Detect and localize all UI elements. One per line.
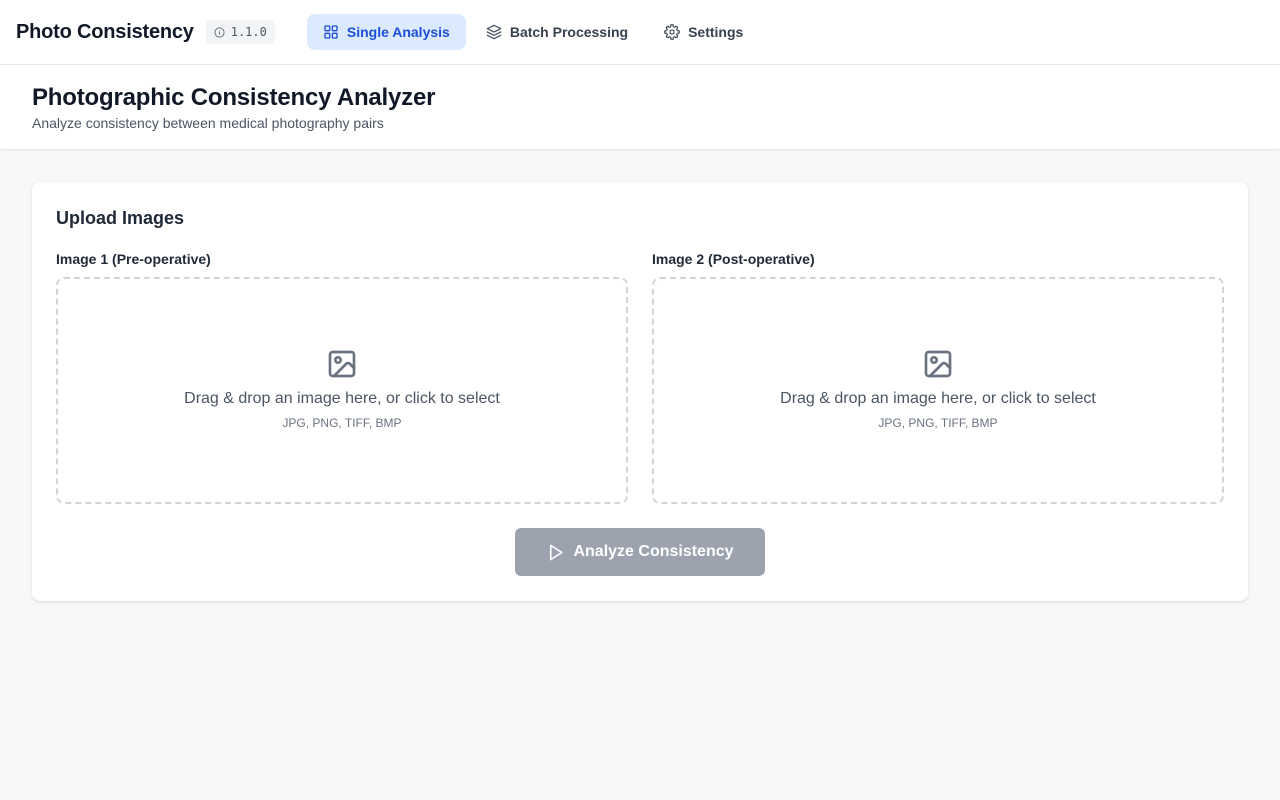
version-text: 1.1.0 [230, 25, 267, 39]
nav-label: Single Analysis [346, 24, 450, 40]
image2-dropzone[interactable]: Drag & drop an image here, or click to s… [652, 277, 1224, 504]
upload-column-image1: Image 1 (Pre-operative) Drag & drop an i… [56, 251, 628, 504]
dropzone-formats: JPG, PNG, TIFF, BMP [282, 415, 402, 430]
image-icon [328, 350, 356, 377]
nav-batch-processing[interactable]: Batch Processing [470, 14, 644, 50]
analyze-consistency-button[interactable]: Analyze Consistency [515, 528, 765, 576]
nav-label: Settings [688, 24, 744, 40]
page-header: Photographic Consistency Analyzer Analyz… [0, 65, 1280, 150]
play-icon [550, 544, 564, 560]
grid-icon [324, 25, 338, 39]
page-title: Photographic Consistency Analyzer [32, 84, 436, 111]
image2-label: Image 2 (Post-operative) [652, 251, 815, 267]
upload-card: Upload Images Image 1 (Pre-operative) Dr… [32, 182, 1248, 601]
upload-row: Image 1 (Pre-operative) Drag & drop an i… [56, 251, 1224, 504]
image-icon [924, 350, 952, 377]
app-title: Photo Consistency [16, 20, 194, 43]
nav-single-analysis[interactable]: Single Analysis [306, 14, 466, 50]
image1-dropzone[interactable]: Drag & drop an image here, or click to s… [56, 277, 628, 504]
info-icon [214, 26, 225, 38]
dropzone-prompt: Drag & drop an image here, or click to s… [184, 389, 500, 407]
page-subtitle: Analyze consistency between medical phot… [32, 115, 384, 131]
nav-settings[interactable]: Settings [648, 14, 759, 50]
gear-icon [664, 24, 681, 40]
image1-label: Image 1 (Pre-operative) [56, 251, 211, 267]
nav-label: Batch Processing [509, 24, 629, 40]
main-nav: Single Analysis Batch Processing Setting… [306, 14, 759, 50]
dropzone-prompt: Drag & drop an image here, or click to s… [780, 389, 1096, 407]
dropzone-formats: JPG, PNG, TIFF, BMP [878, 415, 998, 430]
analyze-button-label: Analyze Consistency [573, 543, 734, 560]
layers-icon [486, 24, 502, 40]
analyze-button-wrap: Analyze Consistency [56, 528, 1224, 576]
upload-column-image2: Image 2 (Post-operative) Drag & drop an … [652, 251, 1224, 504]
version-badge: 1.1.0 [205, 20, 275, 44]
upload-card-title: Upload Images [56, 208, 185, 228]
top-nav-bar: Photo Consistency 1.1.0 Single Analysis … [0, 0, 1280, 65]
